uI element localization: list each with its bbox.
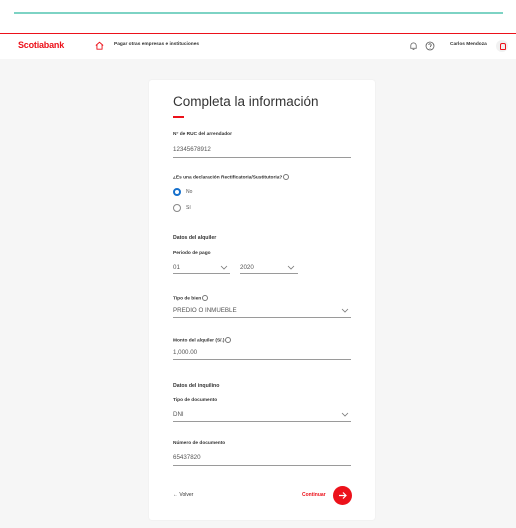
ruc-underline — [173, 157, 351, 158]
ruc-input[interactable]: 12345678912 — [173, 146, 211, 153]
brand-logo[interactable]: Scotiabank — [18, 40, 64, 50]
chevron-down-icon[interactable] — [287, 265, 295, 270]
year-underline — [240, 273, 298, 274]
chevron-down-icon[interactable] — [341, 308, 349, 313]
top-accent-line — [14, 12, 503, 14]
declaration-question: ¿Es una declaración Rectificatoria/Susti… — [173, 174, 290, 181]
asset-type-underline — [173, 317, 351, 318]
chevron-down-icon[interactable] — [220, 265, 228, 270]
rental-section-heading: Datos del alquiler — [173, 235, 217, 241]
bell-icon[interactable] — [409, 41, 418, 51]
asset-type-label: Tipo de bien — [173, 295, 209, 302]
doc-type-select[interactable]: DNI — [173, 411, 184, 418]
chevron-down-icon[interactable] — [341, 412, 349, 417]
page-title: Completa la información — [173, 94, 319, 109]
nav-link-pay-companies[interactable]: Pagar otras empresas e instituciones — [114, 42, 199, 47]
info-icon[interactable] — [225, 337, 232, 343]
arrow-left-icon: ← — [173, 492, 178, 498]
info-icon[interactable] — [283, 174, 290, 180]
tenant-section-heading: Datos del inquilino — [173, 383, 220, 389]
ruc-label: N° de RUC del arrendador — [173, 132, 232, 137]
top-band — [0, 0, 516, 33]
amount-label-text: Monto del alquiler (S/.) — [173, 338, 225, 344]
amount-underline — [173, 359, 351, 360]
doc-number-input[interactable]: 65437820 — [173, 454, 201, 461]
continue-label[interactable]: Continuar — [302, 492, 326, 498]
doc-type-underline — [173, 421, 351, 422]
home-icon[interactable] — [94, 40, 105, 51]
period-label: Periodo de pago — [173, 251, 211, 256]
month-underline — [173, 273, 230, 274]
back-button[interactable]: ← Volver — [173, 492, 193, 498]
radio-no-label: No — [186, 189, 193, 195]
amount-input[interactable]: 1,000.00 — [173, 349, 197, 356]
help-icon[interactable] — [425, 41, 435, 51]
radio-si-label: Sí — [186, 205, 191, 211]
asset-type-label-text: Tipo de bien — [173, 296, 202, 302]
doc-type-label: Tipo de documento — [173, 398, 218, 403]
doc-number-label: Número de documento — [173, 441, 226, 446]
avatar[interactable] — [496, 40, 508, 52]
arrow-right-icon — [339, 492, 347, 499]
declaration-question-text: ¿Es una declaración Rectificatoria/Susti… — [173, 175, 283, 181]
asset-type-select[interactable]: PREDIO O INMUEBLE — [173, 307, 237, 314]
back-label: Volver — [179, 492, 194, 498]
title-underline — [173, 116, 184, 118]
user-name[interactable]: Carlos Mendoza — [450, 42, 487, 47]
info-icon[interactable] — [202, 295, 209, 301]
amount-label: Monto del alquiler (S/.) — [173, 337, 232, 344]
period-month-select[interactable]: 01 — [173, 264, 180, 271]
app-header: Scotiabank Pagar otras empresas e instit… — [0, 33, 516, 59]
doc-number-underline — [173, 465, 351, 466]
continue-button[interactable] — [333, 486, 352, 505]
radio-si[interactable] — [173, 204, 181, 212]
period-year-select[interactable]: 2020 — [240, 264, 254, 271]
radio-no[interactable] — [173, 188, 181, 196]
